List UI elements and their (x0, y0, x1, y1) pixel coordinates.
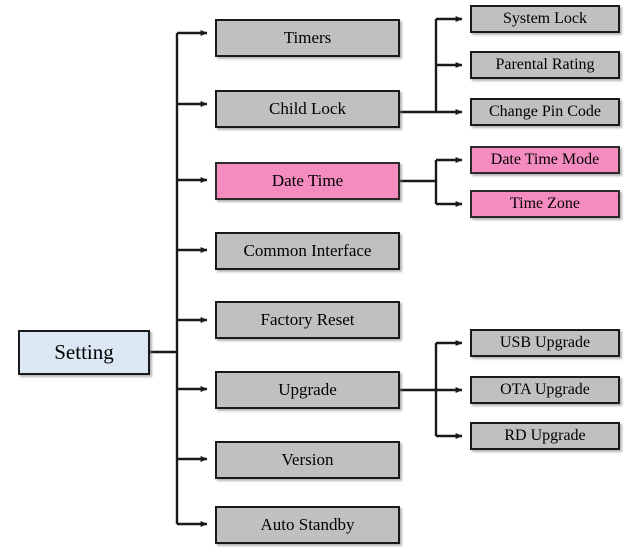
node-usb-upgrade[interactable]: USB Upgrade (470, 329, 620, 357)
node-upgrade-label: Upgrade (278, 380, 337, 400)
node-auto-standby[interactable]: Auto Standby (215, 506, 400, 544)
node-child-lock-label: Child Lock (269, 99, 346, 119)
node-parental-rating-label: Parental Rating (495, 55, 595, 73)
node-date-time[interactable]: Date Time (215, 162, 400, 200)
node-auto-standby-label: Auto Standby (260, 515, 355, 535)
diagram-canvas: Setting Timers Child Lock Date Time Comm… (0, 0, 639, 555)
node-common-interface-label: Common Interface (243, 241, 372, 261)
node-factory-reset-label: Factory Reset (260, 310, 355, 330)
node-date-time-mode-label: Date Time Mode (490, 150, 600, 168)
node-timers[interactable]: Timers (215, 19, 400, 57)
node-upgrade[interactable]: Upgrade (215, 371, 400, 409)
node-ota-upgrade-label: OTA Upgrade (500, 380, 590, 398)
node-time-zone[interactable]: Time Zone (470, 190, 620, 218)
node-version[interactable]: Version (215, 441, 400, 479)
node-system-lock-label: System Lock (503, 9, 587, 27)
node-time-zone-label: Time Zone (509, 194, 581, 212)
node-child-lock[interactable]: Child Lock (215, 90, 400, 128)
node-factory-reset[interactable]: Factory Reset (215, 301, 400, 339)
node-rd-upgrade-label: RD Upgrade (504, 426, 586, 444)
node-version-label: Version (281, 450, 334, 470)
node-change-pin-code-label: Change Pin Code (489, 102, 601, 120)
node-common-interface[interactable]: Common Interface (215, 232, 400, 270)
node-rd-upgrade[interactable]: RD Upgrade (470, 422, 620, 450)
node-timers-label: Timers (283, 28, 332, 48)
node-setting-label: Setting (54, 340, 114, 365)
node-setting[interactable]: Setting (18, 330, 150, 375)
node-date-time-mode[interactable]: Date Time Mode (470, 146, 620, 174)
node-system-lock[interactable]: System Lock (470, 5, 620, 33)
node-change-pin-code[interactable]: Change Pin Code (470, 98, 620, 126)
node-date-time-label: Date Time (271, 171, 344, 191)
node-ota-upgrade[interactable]: OTA Upgrade (470, 376, 620, 404)
node-usb-upgrade-label: USB Upgrade (499, 333, 591, 351)
node-parental-rating[interactable]: Parental Rating (470, 51, 620, 79)
